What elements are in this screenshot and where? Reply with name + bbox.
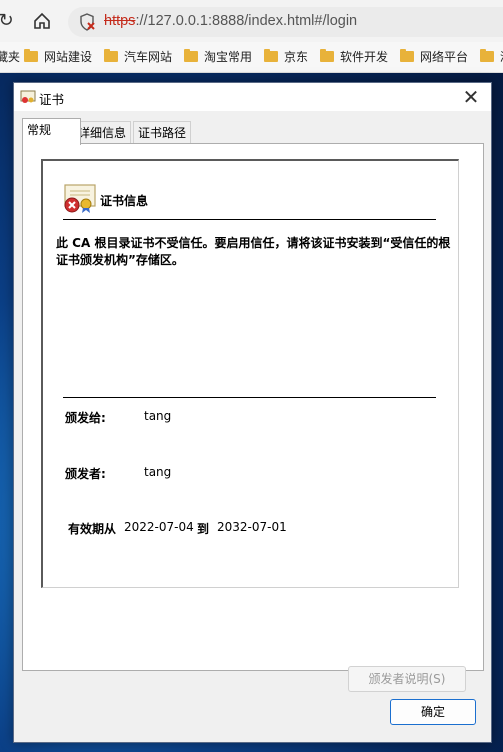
certificate-icon: [20, 90, 36, 103]
divider: [63, 397, 436, 398]
bookmark-item[interactable]: 网络平台: [400, 42, 468, 72]
folder-icon: [320, 49, 334, 62]
not-secure-shield-icon[interactable]: [78, 13, 96, 31]
folder-icon: [264, 49, 278, 62]
tab-general[interactable]: 常规: [22, 118, 81, 145]
home-icon[interactable]: [30, 9, 54, 33]
url-path: ://127.0.0.1:8888/index.html#/login: [135, 13, 358, 29]
browser-toolbar: ↻ https://127.0.0.1:8888/index.html#/log…: [0, 0, 503, 42]
reload-icon[interactable]: ↻: [0, 9, 18, 33]
valid-to-value: 2032-07-01: [217, 520, 287, 534]
valid-to-label: 到: [197, 522, 210, 536]
tab-certification-path[interactable]: 证书路径: [133, 121, 192, 144]
bookmark-item[interactable]: 网站建设: [24, 42, 92, 72]
divider: [63, 219, 436, 220]
dialog-titlebar[interactable]: 证书 ✕: [14, 83, 491, 111]
issued-by-label: 颁发者:: [65, 467, 106, 481]
issuer-statement-button[interactable]: 颁发者说明(S): [348, 666, 466, 692]
certificate-info-box: 证书信息 此 CA 根目录证书不受信任。要启用信任，请将该证书安装到“受信任的根…: [41, 159, 459, 588]
valid-from-label: 有效期从: [68, 522, 117, 536]
certificate-dialog: 证书 ✕ 常规 详细信息 证书路径 证书信息 此 CA 根目录证书不受信任。要启…: [13, 82, 492, 743]
bookmarks-bar: 藏夹 网站建设 汽车网站 淘宝常用 京东 软件开发 网络平台 洲: [0, 42, 503, 73]
address-bar[interactable]: https://127.0.0.1:8888/index.html#/login: [68, 7, 503, 37]
general-tab-panel: 证书信息 此 CA 根目录证书不受信任。要启用信任，请将该证书安装到“受信任的根…: [22, 143, 484, 692]
folder-icon: [480, 49, 494, 62]
tab-details[interactable]: 详细信息: [73, 121, 132, 144]
close-icon[interactable]: ✕: [459, 85, 483, 109]
bookmark-item[interactable]: 京东: [264, 42, 308, 72]
bookmark-item[interactable]: 洲: [480, 42, 503, 72]
certificate-info-heading: 证书信息: [100, 194, 149, 208]
bookmark-item[interactable]: 藏夹: [0, 42, 20, 72]
bookmark-item[interactable]: 汽车网站: [104, 42, 172, 72]
issued-to-value: tang: [144, 409, 172, 423]
folder-icon: [24, 49, 38, 62]
folder-icon: [184, 49, 198, 62]
url-protocol: https: [104, 13, 136, 29]
ok-button[interactable]: 确定: [390, 699, 476, 725]
certificate-error-icon: [64, 184, 96, 213]
issued-by-value: tang: [144, 465, 172, 479]
folder-icon: [104, 49, 118, 62]
valid-from-value: 2022-07-04: [124, 520, 194, 534]
folder-icon: [400, 49, 414, 62]
untrusted-warning-text: 此 CA 根目录证书不受信任。要启用信任，请将该证书安装到“受信任的根证书颁发机…: [56, 236, 451, 267]
bookmark-item[interactable]: 软件开发: [320, 42, 388, 72]
dialog-title: 证书: [39, 92, 65, 107]
issued-to-label: 颁发给:: [65, 411, 106, 425]
bookmark-item[interactable]: 淘宝常用: [184, 42, 252, 72]
